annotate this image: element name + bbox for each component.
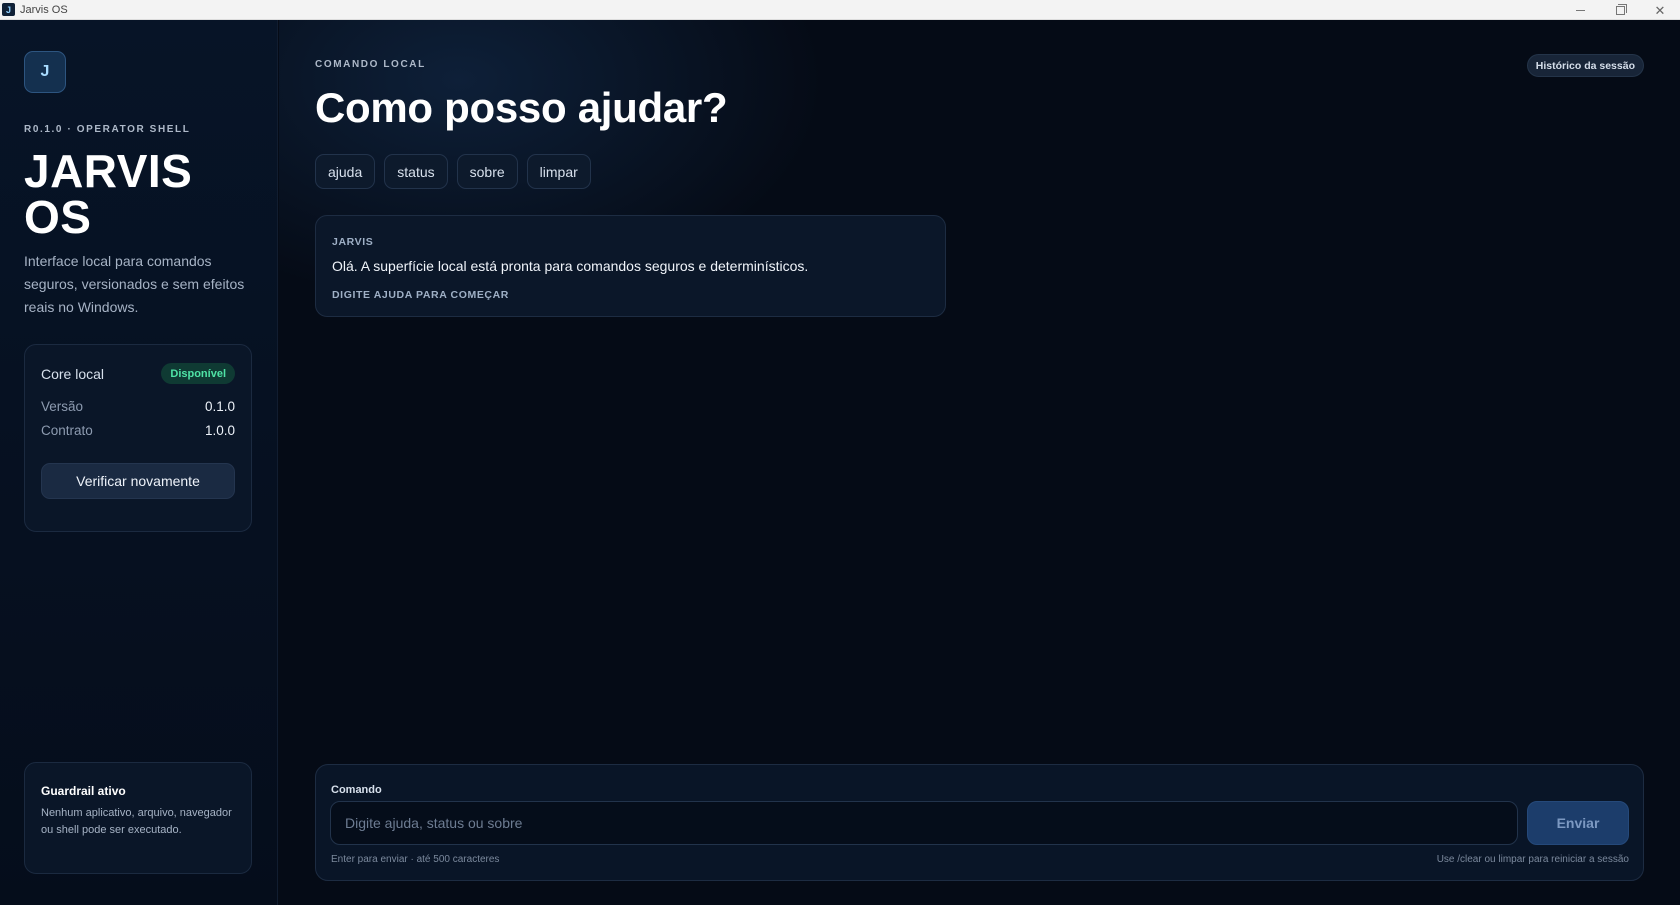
minimize-icon [1575, 9, 1585, 11]
core-status-card: Core local Disponível Versão 0.1.0 Contr… [24, 344, 252, 532]
brand-description: Interface local para comandos seguros, v… [24, 253, 245, 315]
session-history-button[interactable]: Histórico da sessão [1526, 54, 1644, 77]
close-icon: ✕ [1654, 2, 1666, 18]
command-panel: Comando Enviar Enter para enviar · até 5… [315, 764, 1644, 881]
chip-limpar[interactable]: limpar [526, 154, 591, 189]
input-hint: Enter para enviar · até 500 caracteres [331, 854, 500, 865]
chip-sobre[interactable]: sobre [456, 154, 518, 189]
quick-command-chips: ajuda status sobre limpar [315, 154, 591, 189]
verify-again-button[interactable]: Verificar novamente [41, 463, 235, 499]
sidebar: J R0.1.0 · OPERATOR SHELL JARVIS OS Inte… [0, 20, 278, 905]
message-hint: DIGITE AJUDA PARA COMEÇAR [332, 289, 509, 301]
brand-title: JARVIS OS [24, 145, 193, 243]
window-controls: ✕ [1560, 0, 1680, 20]
guardrail-card: Guardrail ativo Nenhum aplicativo, arqui… [24, 762, 252, 874]
core-label: Core local [41, 366, 105, 382]
send-button[interactable]: Enviar [1527, 801, 1629, 845]
chip-ajuda[interactable]: ajuda [315, 154, 376, 189]
message-text: Olá. A superfície local está pronta para… [332, 258, 809, 274]
command-label: Comando [331, 784, 382, 796]
app-icon: J [2, 3, 15, 16]
version-tag: R0.1.0 · OPERATOR SHELL [24, 124, 191, 135]
guardrail-body: Nenhum aplicativo, arquivo, navegador ou… [41, 807, 232, 836]
chip-status[interactable]: status [384, 154, 448, 189]
status-badge: Disponível [161, 363, 235, 384]
maximize-button[interactable] [1600, 0, 1640, 20]
assistant-message: JARVIS Olá. A superfície local está pron… [315, 215, 946, 317]
restore-icon [1615, 3, 1627, 15]
main-panel: COMANDO LOCAL Como posso ajudar? Históri… [279, 20, 1680, 905]
guardrail-title: Guardrail ativo [41, 784, 126, 798]
clear-hint: Use /clear ou limpar para reiniciar a se… [1436, 854, 1629, 865]
message-sender: JARVIS [332, 236, 374, 248]
section-eyebrow: COMANDO LOCAL [315, 59, 426, 70]
window-titlebar: J Jarvis OS ✕ [0, 0, 1680, 20]
app-logo: J [24, 51, 66, 93]
contract-key: Contrato [41, 423, 93, 438]
command-input[interactable] [330, 801, 1518, 845]
contract-row: Contrato 1.0.0 [41, 423, 235, 438]
version-row: Versão 0.1.0 [41, 399, 235, 414]
version-key: Versão [41, 399, 84, 414]
window-title: Jarvis OS [20, 3, 68, 16]
version-value: 0.1.0 [204, 399, 235, 414]
minimize-button[interactable] [1560, 0, 1600, 20]
close-button[interactable]: ✕ [1640, 0, 1680, 20]
page-title: Como posso ajudar? [315, 84, 728, 131]
contract-value: 1.0.0 [204, 423, 235, 438]
